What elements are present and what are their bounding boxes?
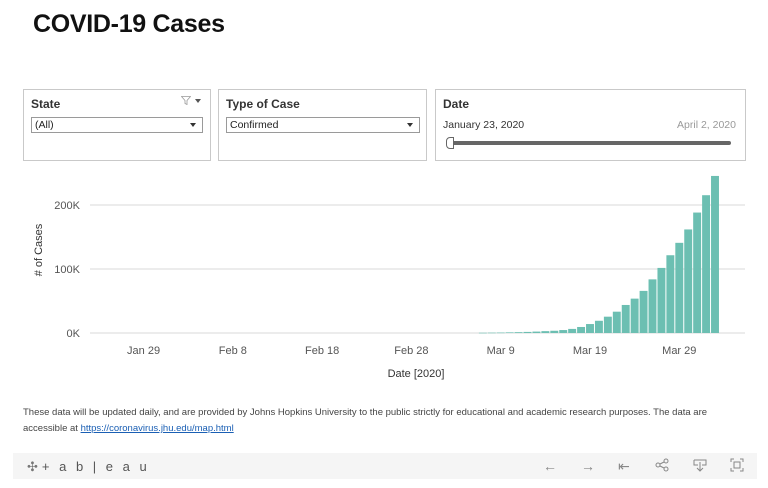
x-axis-ticks: Jan 29 Feb 8 Feb 18 Feb 28 Mar 9 Mar 19 Mar 29 bbox=[127, 345, 696, 357]
y-axis-ticks: 0K 100K 200K bbox=[54, 200, 80, 340]
bar[interactable] bbox=[505, 332, 514, 333]
chevron-down-icon bbox=[190, 123, 196, 127]
bar[interactable] bbox=[532, 331, 541, 333]
tableau-logo[interactable]: ✣ + a b | e a u bbox=[27, 459, 150, 475]
undo-icon[interactable]: ← bbox=[543, 458, 557, 474]
chevron-down-icon bbox=[195, 98, 201, 103]
bar[interactable] bbox=[559, 330, 568, 333]
download-icon[interactable] bbox=[693, 458, 707, 475]
cases-bar-chart: 0K 100K 200K Jan 29 Feb 8 Feb 18 Feb 28 Mar 9 M… bbox=[33, 175, 745, 380]
bar[interactable] bbox=[514, 332, 523, 333]
download-icon-svg bbox=[693, 459, 707, 472]
tableau-toolbar: ✣ + a b | e a u ← → ⇤ bbox=[13, 453, 757, 479]
jhu-map-link[interactable]: https://coronavirus.jhu.edu/map.html bbox=[81, 423, 234, 434]
revert-icon[interactable]: ⇤ bbox=[618, 458, 630, 474]
type-of-case-filter: Type of Case Confirmed bbox=[218, 89, 427, 161]
fullscreen-icon[interactable] bbox=[730, 458, 744, 475]
x-tick-label: Feb 8 bbox=[219, 345, 247, 357]
footnote: These data will be updated daily, and ar… bbox=[23, 405, 753, 437]
bar[interactable] bbox=[639, 290, 648, 333]
x-axis-title: Date [2020] bbox=[388, 368, 445, 380]
bar[interactable] bbox=[657, 267, 666, 333]
bar[interactable] bbox=[586, 324, 594, 333]
state-select-value: (All) bbox=[35, 119, 54, 131]
x-tick-label: Mar 9 bbox=[487, 345, 515, 357]
x-tick-label: Feb 18 bbox=[305, 345, 339, 357]
tableau-mark-icon: ✣ bbox=[27, 459, 38, 474]
page-title: COVID-19 Cases bbox=[33, 10, 225, 38]
bar[interactable] bbox=[693, 212, 702, 333]
bar[interactable] bbox=[496, 332, 505, 334]
bar[interactable] bbox=[711, 175, 719, 333]
date-filter: Date January 23, 2020 April 2, 2020 bbox=[435, 89, 746, 161]
bar[interactable] bbox=[666, 255, 675, 333]
bar[interactable] bbox=[478, 332, 487, 334]
bar[interactable] bbox=[541, 331, 550, 333]
fullscreen-icon-svg bbox=[730, 458, 744, 472]
y-tick-label: 200K bbox=[54, 200, 80, 212]
type-of-case-value: Confirmed bbox=[230, 119, 279, 131]
state-select[interactable]: (All) bbox=[31, 117, 203, 133]
bar[interactable] bbox=[675, 242, 684, 333]
date-slider-handle[interactable] bbox=[446, 137, 454, 149]
bar[interactable] bbox=[612, 311, 621, 333]
chart-bars bbox=[478, 175, 719, 334]
date-end-label: April 2, 2020 bbox=[677, 119, 736, 131]
bar[interactable] bbox=[594, 320, 603, 333]
state-filter: State (All) bbox=[23, 89, 211, 161]
bar[interactable] bbox=[621, 304, 630, 333]
chevron-down-icon bbox=[407, 123, 413, 127]
y-tick-label: 0K bbox=[67, 328, 81, 340]
redo-icon[interactable]: → bbox=[581, 458, 595, 474]
x-tick-label: Feb 28 bbox=[394, 345, 428, 357]
bar[interactable] bbox=[648, 279, 657, 333]
y-axis-title: # of Cases bbox=[33, 223, 45, 276]
bar[interactable] bbox=[487, 332, 496, 334]
bar[interactable] bbox=[577, 326, 586, 333]
bar[interactable] bbox=[702, 195, 711, 333]
share-icon[interactable] bbox=[655, 458, 669, 475]
type-of-case-label: Type of Case bbox=[226, 97, 300, 111]
date-start-label: January 23, 2020 bbox=[443, 119, 525, 131]
share-icon-svg bbox=[655, 458, 669, 472]
funnel-icon bbox=[181, 96, 191, 105]
state-filter-menu[interactable] bbox=[181, 96, 201, 105]
bar[interactable] bbox=[603, 316, 612, 333]
bar[interactable] bbox=[550, 330, 559, 333]
date-filter-label: Date bbox=[443, 97, 470, 111]
bar[interactable] bbox=[523, 331, 532, 333]
bar[interactable] bbox=[684, 229, 693, 333]
tableau-logo-text: + a b | e a u bbox=[41, 459, 150, 474]
state-filter-label: State bbox=[31, 97, 61, 111]
bar[interactable] bbox=[630, 298, 639, 333]
bar[interactable] bbox=[568, 328, 577, 333]
y-tick-label: 100K bbox=[54, 264, 80, 276]
x-tick-label: Mar 29 bbox=[662, 345, 696, 357]
x-tick-label: Mar 19 bbox=[573, 345, 607, 357]
x-tick-label: Jan 29 bbox=[127, 345, 160, 357]
date-slider-track[interactable] bbox=[450, 141, 731, 145]
type-of-case-select[interactable]: Confirmed bbox=[226, 117, 420, 133]
